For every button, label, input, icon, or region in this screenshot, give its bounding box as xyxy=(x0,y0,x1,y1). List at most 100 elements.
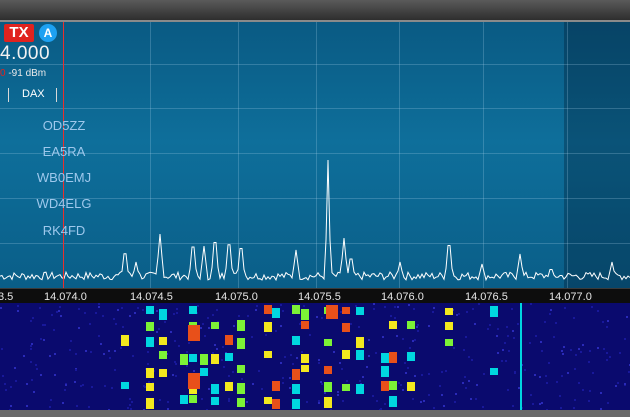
waterfall-noise xyxy=(117,309,119,311)
waterfall-noise xyxy=(201,398,203,400)
waterfall-noise xyxy=(606,326,608,328)
waterfall-noise xyxy=(453,347,455,349)
waterfall-noise xyxy=(574,399,576,401)
waterfall-noise xyxy=(472,308,474,310)
signal-level: 0 -91 dBm xyxy=(0,68,46,79)
waterfall-noise xyxy=(405,372,407,374)
waterfall-noise xyxy=(456,314,458,316)
waterfall-noise xyxy=(541,350,543,352)
waterfall-noise xyxy=(252,383,254,385)
waterfall-noise xyxy=(241,378,243,380)
callsign-spot[interactable]: OD5ZZ xyxy=(30,118,98,133)
waterfall-noise xyxy=(280,325,282,327)
waterfall-noise xyxy=(540,341,542,343)
waterfall-signal xyxy=(326,305,338,319)
waterfall-noise xyxy=(186,351,188,353)
waterfall-noise xyxy=(575,354,577,356)
waterfall-noise xyxy=(5,389,7,391)
panadapter[interactable]: TX A 4.000 0 -91 dBm DAX OD5ZZ EA5RA WB0… xyxy=(0,22,630,288)
callsign-spot[interactable]: WB0EMJ xyxy=(30,170,98,185)
waterfall-noise xyxy=(247,315,249,317)
callsign-spot[interactable]: WD4ELG xyxy=(30,196,98,211)
waterfall-signal xyxy=(225,335,233,345)
waterfall-noise xyxy=(417,324,419,326)
waterfall-noise xyxy=(174,340,176,342)
slice-frequency[interactable]: 4.000 xyxy=(0,43,50,65)
waterfall-noise xyxy=(318,400,320,402)
waterfall-noise xyxy=(468,380,470,382)
waterfall-noise xyxy=(51,314,53,316)
waterfall-signal xyxy=(121,382,129,389)
waterfall-noise xyxy=(414,339,416,341)
waterfall-noise xyxy=(341,368,343,370)
waterfall-noise xyxy=(114,350,116,352)
waterfall-noise xyxy=(188,342,190,344)
slice-letter-badge[interactable]: A xyxy=(39,24,57,42)
waterfall-noise xyxy=(78,308,80,310)
divider xyxy=(8,88,9,102)
waterfall-noise xyxy=(578,382,580,384)
waterfall-noise xyxy=(318,402,320,404)
waterfall-noise xyxy=(30,348,32,350)
waterfall-noise xyxy=(507,335,509,337)
waterfall-noise xyxy=(512,330,514,332)
dax-button[interactable]: DAX xyxy=(22,88,45,100)
waterfall-signal xyxy=(490,306,498,317)
waterfall-noise xyxy=(402,338,404,340)
waterfall-noise xyxy=(60,315,62,317)
waterfall-noise xyxy=(396,335,398,337)
waterfall-noise xyxy=(465,387,467,389)
waterfall-noise xyxy=(320,381,322,383)
waterfall-noise xyxy=(178,345,180,347)
waterfall-noise xyxy=(132,355,134,357)
waterfall-noise xyxy=(462,382,464,384)
waterfall-carrier xyxy=(520,303,522,417)
waterfall-signal xyxy=(324,339,332,346)
waterfall-noise xyxy=(208,388,210,390)
waterfall-noise xyxy=(560,407,562,409)
waterfall-signal xyxy=(146,383,154,391)
waterfall-noise xyxy=(175,375,177,377)
waterfall-noise xyxy=(476,384,478,386)
waterfall-noise xyxy=(32,317,34,319)
waterfall-noise xyxy=(591,306,593,308)
waterfall-noise xyxy=(474,323,476,325)
waterfall-noise xyxy=(59,306,61,308)
waterfall-noise xyxy=(539,403,541,405)
waterfall-noise xyxy=(111,387,113,389)
waterfall-signal xyxy=(389,352,397,363)
waterfall-noise xyxy=(397,306,399,308)
waterfall-noise xyxy=(85,350,87,352)
waterfall-noise xyxy=(513,337,515,339)
waterfall-noise xyxy=(324,392,326,394)
waterfall-noise xyxy=(506,326,508,328)
waterfall-noise xyxy=(95,312,97,314)
waterfall-noise xyxy=(238,315,240,317)
waterfall-signal xyxy=(211,397,219,405)
waterfall-noise xyxy=(33,391,35,393)
waterfall-noise xyxy=(76,405,78,407)
waterfall[interactable] xyxy=(0,303,630,417)
waterfall-noise xyxy=(556,381,558,383)
waterfall-signal xyxy=(159,337,167,345)
waterfall-noise xyxy=(592,372,594,374)
waterfall-noise xyxy=(102,315,104,317)
tx-badge[interactable]: TX xyxy=(4,24,34,42)
waterfall-noise xyxy=(176,312,178,314)
waterfall-noise xyxy=(358,326,360,328)
waterfall-noise xyxy=(228,375,230,377)
waterfall-noise xyxy=(464,376,466,378)
frequency-scale[interactable]: 3.5 14.074.0 14.074.5 14.075.0 14.075.5 … xyxy=(0,288,630,304)
waterfall-noise xyxy=(514,372,516,374)
waterfall-signal xyxy=(381,353,389,363)
waterfall-noise xyxy=(35,364,37,366)
waterfall-noise xyxy=(482,406,484,408)
waterfall-noise xyxy=(545,375,547,377)
callsign-spot[interactable]: EA5RA xyxy=(30,144,98,159)
waterfall-noise xyxy=(402,389,404,391)
waterfall-noise xyxy=(56,311,58,313)
waterfall-noise xyxy=(82,384,84,386)
waterfall-noise xyxy=(207,317,209,319)
callsign-spot[interactable]: RK4FD xyxy=(30,223,98,238)
waterfall-signal xyxy=(324,366,332,374)
